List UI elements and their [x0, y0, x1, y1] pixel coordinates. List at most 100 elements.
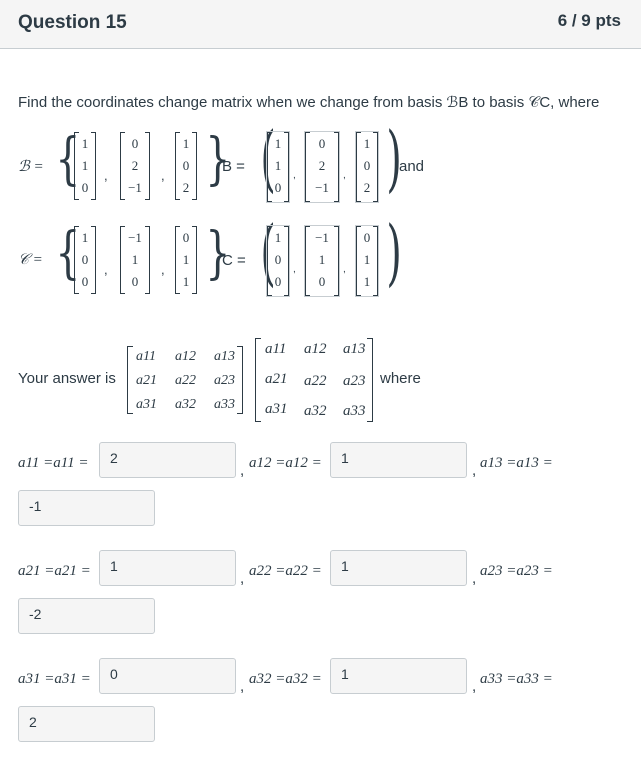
separator: , [293, 264, 296, 275]
basis-c-alt-vector-1: 1 0 0 [266, 225, 290, 297]
a31-input[interactable]: 0 [99, 658, 236, 694]
basis-b-alt-vector-2: 0 2 −1 [304, 131, 340, 203]
answer-suffix: where [380, 370, 421, 387]
a13-input[interactable]: -1 [18, 490, 155, 526]
a11-label: a11 =a11 = [18, 455, 89, 472]
vector-entry: 2 [318, 158, 326, 173]
basis-b-alt-label: B = [222, 158, 245, 175]
matrix-entry: a31 [265, 401, 288, 417]
matrix-entry: a13 [343, 341, 366, 357]
vector-entry: 1 [81, 158, 89, 173]
basis-c-alt-label: C = [222, 252, 246, 269]
basis-c-vector-2: −1 1 0 [120, 226, 150, 294]
question-points: 6 / 9 pts [557, 11, 621, 30]
vector-entry: 1 [131, 252, 139, 267]
a13-label-text: a13 =a13 = [480, 455, 553, 471]
a13-label: a13 =a13 = [480, 455, 553, 472]
matrix-entry: a33 [343, 403, 366, 419]
vector-entry: 0 [182, 158, 190, 173]
matrix-entry: a12 [175, 349, 196, 364]
vector-entry: −1 [128, 230, 142, 245]
a11-label-text: a11 =a11 = [18, 455, 89, 471]
vector-entry: 1 [182, 274, 190, 289]
basis-c-vector-1: 1 0 0 [74, 226, 96, 294]
a21-label-text: a21 =a21 = [18, 563, 91, 579]
vector-entry: 0 [182, 230, 190, 245]
a21-input[interactable]: 1 [99, 550, 236, 586]
basis-c-alt-vector-3: 0 1 1 [355, 225, 379, 297]
separator: , [104, 168, 108, 183]
a23-label: a23 =a23 = [480, 563, 553, 580]
vector-entry: 1 [81, 136, 89, 151]
a31-label-text: a31 =a31 = [18, 671, 91, 687]
question-title: Question 15 [18, 12, 127, 33]
separator: , [240, 678, 245, 695]
a11-input[interactable]: 2 [99, 442, 236, 478]
vector-entry: 1 [274, 230, 282, 245]
matrix-entry: a22 [175, 373, 196, 388]
matrix-entry: a11 [136, 349, 156, 364]
vector-entry: 0 [131, 136, 139, 151]
matrix-entry: a23 [214, 373, 235, 388]
matrix-entry: a12 [304, 341, 327, 357]
vector-entry: 0 [81, 180, 89, 195]
vector-entry: 0 [131, 274, 139, 289]
close-brace: ) [386, 210, 402, 294]
separator: , [161, 168, 165, 183]
a32-label-text: a32 =a32 = [249, 671, 322, 687]
matrix-entry: a11 [265, 341, 287, 357]
separator: , [293, 170, 296, 181]
vector-entry: −1 [128, 180, 142, 195]
vector-entry: 0 [81, 274, 89, 289]
vector-entry: 2 [131, 158, 139, 173]
basis-b-label: ℬ = [18, 159, 44, 175]
basis-c-alt-vector-2: −1 1 0 [304, 225, 340, 297]
vector-entry: 1 [363, 136, 371, 151]
basis-b-alt-vector-3: 1 0 2 [355, 131, 379, 203]
vector-entry: 0 [318, 274, 326, 289]
vector-entry: 0 [363, 158, 371, 173]
question-prompt: Find the coordinates change matrix when … [18, 94, 600, 111]
a33-input[interactable]: 2 [18, 706, 155, 742]
matrix-entry: a33 [214, 397, 235, 412]
vector-entry: 2 [363, 180, 371, 195]
matrix-entry: a31 [136, 397, 157, 412]
basis-c-label: 𝒞 = [18, 252, 43, 268]
vector-entry: 0 [274, 252, 282, 267]
basis-b-vector-3: 1 0 2 [175, 132, 197, 200]
vector-entry: 0 [318, 136, 326, 151]
separator: , [240, 570, 245, 587]
separator: , [472, 570, 477, 587]
basis-b-vector-1: 1 1 0 [74, 132, 96, 200]
vector-entry: 1 [318, 252, 326, 267]
separator: , [161, 262, 165, 277]
vector-entry: 1 [363, 252, 371, 267]
matrix-entry: a21 [136, 373, 157, 388]
a22-label: a22 =a22 = [249, 563, 322, 580]
a32-input[interactable]: 1 [330, 658, 467, 694]
matrix-entry: a21 [265, 371, 288, 387]
answer-prefix: Your answer is [18, 370, 116, 387]
vector-entry: 1 [363, 274, 371, 289]
question-header: Question 15 6 / 9 pts [0, 0, 641, 49]
matrix-entry: a13 [214, 349, 235, 364]
matrix-entry: a22 [304, 373, 327, 389]
a33-label: a33 =a33 = [480, 671, 553, 688]
basis-b-alt-vector-1: 1 1 0 [266, 131, 290, 203]
vector-entry: 1 [274, 158, 282, 173]
matrix-entry: a32 [175, 397, 196, 412]
a12-input[interactable]: 1 [330, 442, 467, 478]
a32-label: a32 =a32 = [249, 671, 322, 688]
vector-entry: 0 [363, 230, 371, 245]
basis-b-suffix: and [399, 158, 425, 175]
vector-entry: 1 [274, 136, 282, 151]
separator: , [104, 262, 108, 277]
matrix-entry: a32 [304, 403, 327, 419]
separator: , [472, 462, 477, 479]
a22-input[interactable]: 1 [330, 550, 467, 586]
a23-label-text: a23 =a23 = [480, 563, 553, 579]
separator: , [343, 170, 346, 181]
a23-input[interactable]: -2 [18, 598, 155, 634]
basis-c-suffix: . [394, 254, 399, 271]
matrix-entry: a23 [343, 373, 366, 389]
